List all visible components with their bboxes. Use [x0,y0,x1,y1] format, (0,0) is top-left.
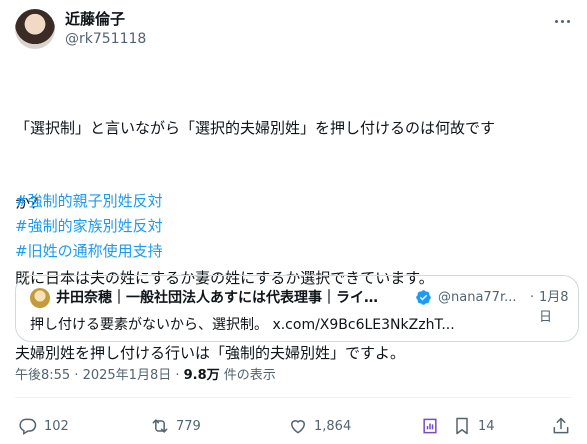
share-button[interactable] [551,414,571,438]
view-analytics-button[interactable] [420,414,440,438]
post-line: 夫婦別姓を押し付ける行いは「強制的夫婦別姓」ですよ。 [15,344,406,362]
reply-button[interactable]: 102 [18,414,69,438]
more-options-icon[interactable] [552,11,572,31]
share-icon [553,417,569,434]
post-meta: 午後8:55 · 2025年1月8日 · 9.8万 件の表示 [15,367,276,385]
like-count: 1,864 [314,418,352,434]
hashtag-list: #強制的親子別姓反対 #強制的家族別姓反対 #旧姓の通称使用支持 [15,189,163,264]
separator-dot: · [530,290,535,305]
heart-icon [290,420,306,434]
divider [15,397,572,398]
quoted-post-date: 1月8日 [539,290,569,325]
hashtag-link[interactable]: #強制的家族別姓反対 [15,214,163,239]
quoted-author-handle: @nana77r... [438,290,517,305]
view-count-label: 件の表示 [219,368,276,383]
analytics-icon [423,418,437,434]
quoted-author-name: 井田奈穂｜一般社団法人あすには代表理事｜ライ… [56,290,378,306]
hashtag-link[interactable]: #旧姓の通称使用支持 [15,239,163,264]
repost-icon [152,419,168,433]
repost-count: 779 [176,418,201,434]
quoted-author-avatar [30,288,50,308]
verified-badge-icon [416,290,431,305]
reply-count: 102 [44,418,69,434]
like-button[interactable]: 1,864 [288,414,351,438]
hashtag-link[interactable]: #強制的親子別姓反対 [15,189,163,214]
post-line: 「選択制」と言いながら「選択的夫婦別姓」を押し付けるのは何故です [15,119,496,137]
reply-icon [19,418,37,435]
author-avatar[interactable] [15,9,55,49]
repost-button[interactable]: 779 [150,414,201,438]
author-handle[interactable]: @rk751118 [65,30,146,48]
bookmark-count: 14 [478,418,495,434]
bookmark-button[interactable]: 14 [452,414,495,438]
quoted-post-card[interactable]: 井田奈穂｜一般社団法人あすには代表理事｜ライ… @nana77r... · 1月… [15,275,579,342]
author-name[interactable]: 近藤倫子 [65,9,125,29]
post-timestamp[interactable]: 午後8:55 · 2025年1月8日 · [15,368,184,383]
bookmark-icon [456,417,468,435]
view-count: 9.8万 [183,368,220,383]
action-bar: 102 779 1,864 14 [15,414,575,438]
quoted-post-text: 押し付ける要素がないから、選択制。 x.com/X9Bc6LE3NkZzhT..… [30,317,455,333]
